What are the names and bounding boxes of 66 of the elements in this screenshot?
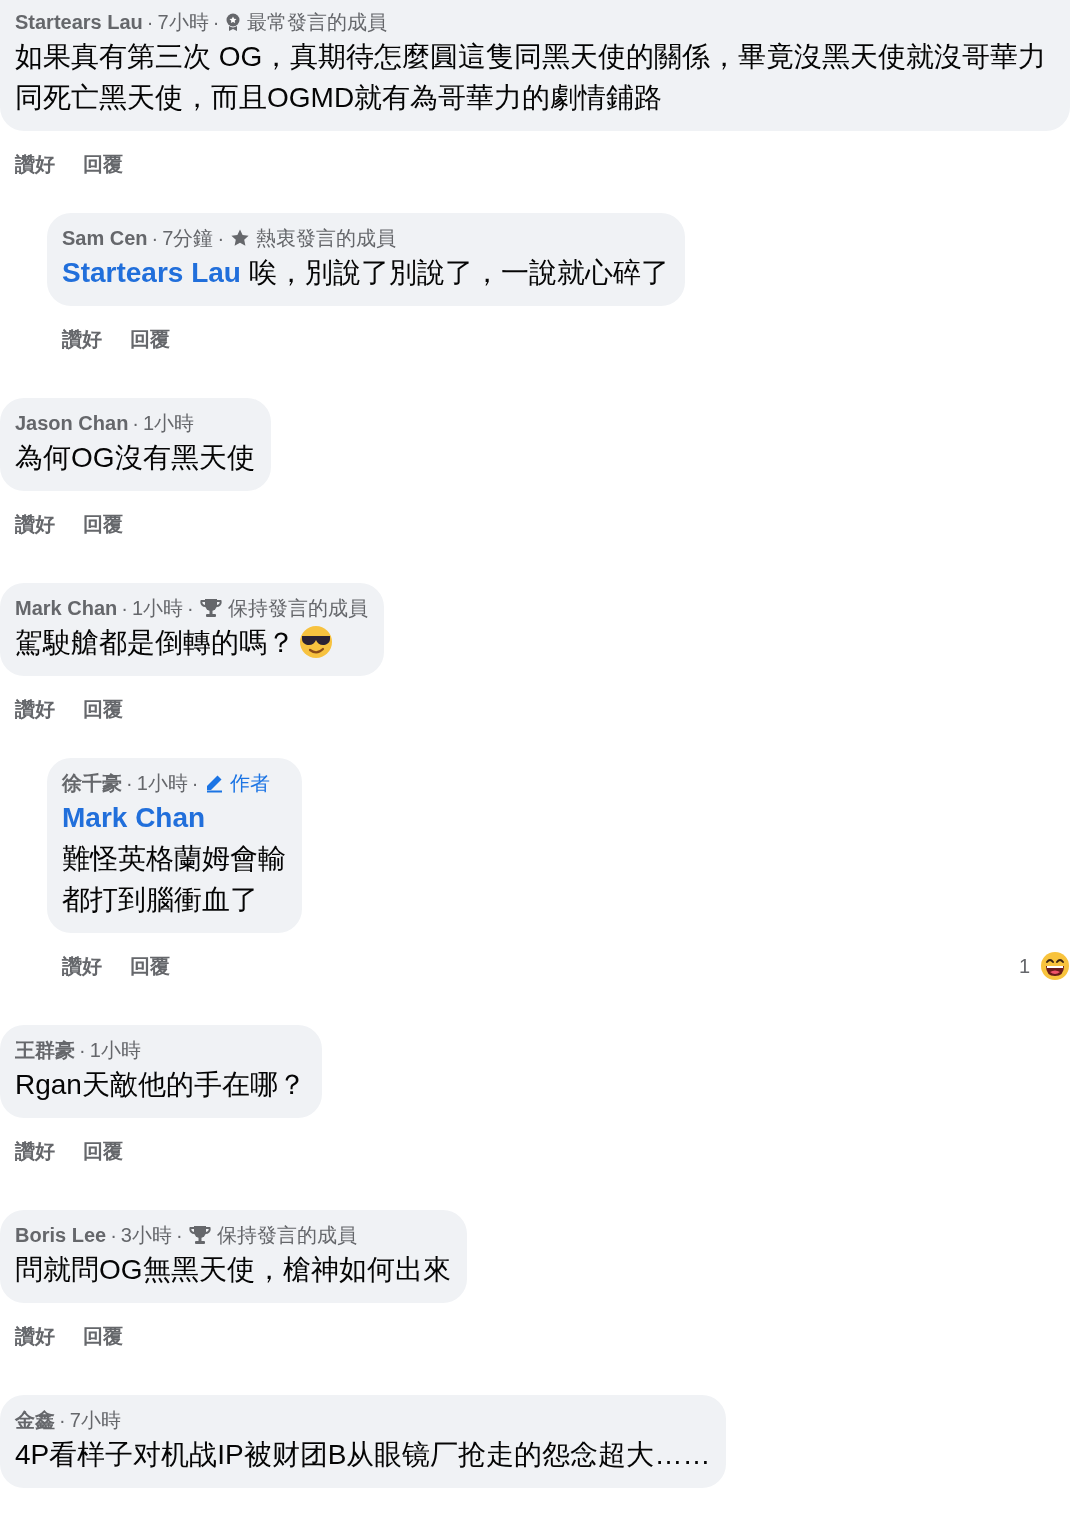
trophy-icon (199, 598, 222, 618)
separator-dot: · (121, 596, 128, 621)
mention-link[interactable]: Startears Lau (62, 257, 241, 288)
separator-dot: · (187, 596, 194, 621)
timestamp[interactable]: 1小時 (89, 1036, 141, 1064)
trophy-icon (188, 1225, 211, 1245)
author-name[interactable]: 徐千豪 (62, 769, 122, 797)
reply-button[interactable]: 回覆 (83, 151, 123, 177)
timestamp[interactable]: 7小時 (157, 8, 209, 36)
author-name[interactable]: Sam Cen (62, 224, 148, 252)
comment-text: 唉，別說了別說了，一說就心碎了 (248, 257, 669, 288)
like-button[interactable]: 讚好 (62, 326, 102, 352)
badge-label: 保持發言的成員 (216, 1223, 357, 1248)
author-name[interactable]: 王群豪 (15, 1036, 75, 1064)
separator-dot: · (175, 1223, 183, 1248)
timestamp[interactable]: 1小時 (136, 769, 188, 797)
medal-icon (225, 12, 242, 32)
timestamp[interactable]: 3小時 (120, 1221, 172, 1249)
badge-label: 最常發言的成員 (247, 10, 388, 35)
reply-button[interactable]: 回覆 (130, 326, 170, 352)
laughing-face-icon (1040, 951, 1070, 981)
like-button[interactable]: 讚好 (15, 151, 55, 177)
comment-text: 問就問OG無黑天使，槍神如何出來 (15, 1254, 451, 1285)
separator-dot: · (110, 1223, 117, 1248)
comment-text: Rgan天敵他的手在哪？ (15, 1069, 306, 1100)
separator-dot: · (126, 771, 133, 796)
comment-text: 如果真有第三次 OG，真期待怎麼圓這隻同黑天使的關係，畢竟沒黑天使就沒哥華力同死亡黑天使，而且OGMD就有為哥華力的劇情鋪路 (15, 41, 1047, 113)
reply-button[interactable]: 回覆 (83, 1138, 123, 1164)
separator-dot: · (146, 10, 154, 35)
separator-dot: · (212, 10, 220, 35)
reaction-count: 1 (1018, 954, 1030, 978)
like-button[interactable]: 讚好 (15, 1138, 55, 1164)
like-button[interactable]: 讚好 (15, 1323, 55, 1349)
star-icon (230, 228, 251, 248)
badge-label: 作者 (230, 771, 271, 796)
timestamp[interactable]: 7小時 (69, 1406, 121, 1434)
author-name[interactable]: 金鑫 (15, 1406, 55, 1434)
comment-text: 4P看样子对机战IP被财团B从眼镜厂抢走的怨念超大…… (15, 1439, 711, 1470)
like-button[interactable]: 讚好 (62, 953, 102, 979)
separator-dot: · (217, 226, 225, 251)
like-button[interactable]: 讚好 (15, 696, 55, 722)
badge-label: 熱衷發言的成員 (256, 226, 397, 251)
author-name[interactable]: Boris Lee (15, 1221, 107, 1249)
separator-dot: · (132, 411, 140, 436)
comment-text: 難怪英格蘭姆會輸 (62, 842, 286, 876)
reply-button[interactable]: 回覆 (83, 511, 123, 537)
reply-button[interactable]: 回覆 (83, 1323, 123, 1349)
separator-dot: · (191, 771, 199, 796)
badge-label: 保持發言的成員 (227, 596, 368, 621)
author-name[interactable]: Startears Lau (15, 8, 143, 36)
timestamp[interactable]: 1小時 (143, 409, 195, 437)
separator-dot: · (79, 1038, 86, 1063)
author-name[interactable]: Jason Chan (15, 409, 129, 437)
author-name[interactable]: Mark Chan (15, 594, 118, 622)
like-button[interactable]: 讚好 (15, 511, 55, 537)
reply-button[interactable]: 回覆 (130, 953, 170, 979)
mention-link[interactable]: Mark Chan (62, 797, 286, 838)
comment-text: 為何OG沒有黑天使 (15, 442, 255, 473)
timestamp[interactable]: 1小時 (131, 594, 184, 622)
timestamp[interactable]: 7分鐘 (162, 224, 214, 252)
reply-button[interactable]: 回覆 (83, 696, 123, 722)
separator-dot: · (151, 226, 159, 251)
pencil-icon (204, 773, 225, 793)
separator-dot: · (59, 1408, 66, 1433)
comment-text: 駕駛艙都是倒轉的嗎？ (15, 627, 295, 658)
comment-text: 都打到腦衝血了 (62, 883, 259, 917)
